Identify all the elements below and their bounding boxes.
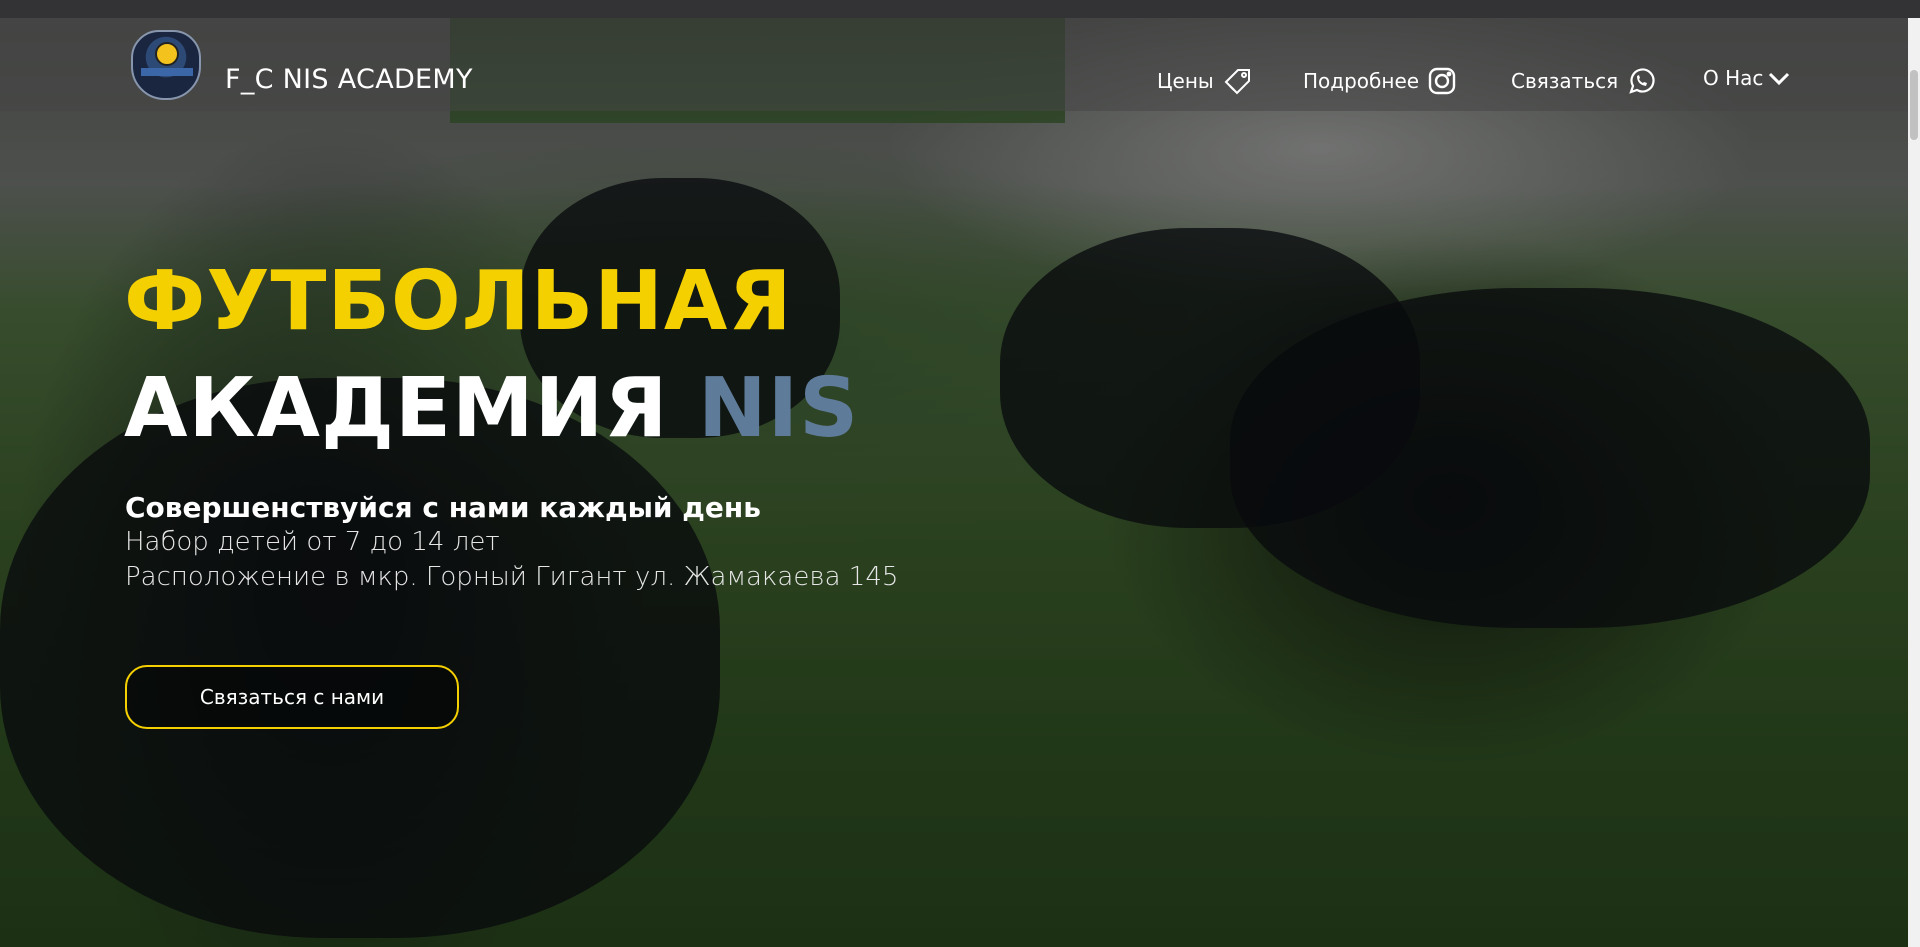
hero-overlay [0,18,1908,947]
hero-title-accent: NIS [697,361,860,456]
nav-item-label: Связаться [1511,69,1619,93]
hero-title-line2: АКАДЕМИЯ NIS [124,368,859,450]
logo-ribbon [141,68,193,76]
instagram-icon [1427,66,1457,96]
page-viewport: F_C NIS ACADEMY Цены Подробнее Связаться… [0,18,1908,947]
whatsapp-icon [1626,66,1656,96]
hero-location-info: Расположение в мкр. Горный Гигант ул. Жа… [125,562,899,592]
page-scrollbar[interactable] [1908,18,1920,947]
nav-item-label: Подробнее [1303,69,1420,93]
top-navbar: F_C NIS ACADEMY Цены Подробнее Связаться… [0,18,1908,111]
price-tag-icon [1222,66,1254,96]
nav-item-more[interactable]: Подробнее [1303,66,1457,96]
hero-title-line1: ФУТБОЛЬНАЯ [124,254,793,349]
hero-title-main: АКАДЕМИЯ [124,361,669,456]
ball-icon [155,42,179,66]
nav-item-label: Цены [1157,69,1214,93]
nav-item-prices[interactable]: Цены [1157,66,1254,96]
nav-item-label: О Нас [1703,66,1764,90]
browser-top-bar [0,0,1920,18]
hero-age-info: Набор детей от 7 до 14 лет [125,527,500,557]
hero-subtitle: Совершенствуйся с нами каждый день [125,491,761,524]
contact-us-button[interactable]: Связаться с нами [125,665,459,729]
nav-item-about[interactable]: О Нас [1703,66,1791,90]
academy-logo[interactable] [131,30,201,100]
chevron-down-icon [1767,68,1791,88]
logo-text[interactable]: F_C NIS ACADEMY [225,64,473,95]
nav-item-contact[interactable]: Связаться [1511,66,1656,96]
scrollbar-thumb[interactable] [1910,70,1918,140]
